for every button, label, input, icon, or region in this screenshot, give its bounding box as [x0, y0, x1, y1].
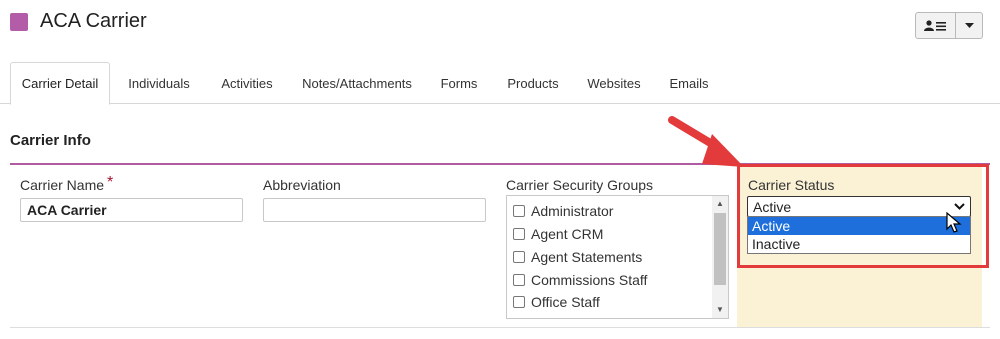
abbreviation-label: Abbreviation — [263, 177, 341, 193]
carrier-name-input[interactable]: ACA Carrier — [20, 198, 243, 222]
tab-notes-attachments[interactable]: Notes/Attachments — [294, 62, 420, 104]
list-item-label: Administrator — [531, 203, 614, 219]
security-group-agent-crm[interactable]: Agent CRM — [513, 226, 603, 242]
tab-bar: Carrier Detail Individuals Activities No… — [0, 62, 1000, 105]
security-group-commissions-staff[interactable]: Commissions Staff — [513, 272, 647, 288]
caret-down-icon — [964, 22, 974, 28]
tab-activities[interactable]: Activities — [212, 62, 282, 104]
checkbox[interactable] — [513, 228, 525, 240]
security-groups-label: Carrier Security Groups — [506, 177, 654, 193]
security-groups-listbox[interactable]: Administrator Agent CRM Agent Statements… — [506, 195, 729, 319]
tab-forms[interactable]: Forms — [434, 62, 484, 104]
scrollbar-thumb[interactable] — [714, 213, 726, 285]
carrier-name-label: Carrier Name * — [20, 174, 114, 195]
security-group-agent-statements[interactable]: Agent Statements — [513, 249, 642, 265]
list-item-label: Commissions Staff — [531, 272, 648, 288]
checkbox[interactable] — [513, 296, 525, 308]
tab-emails[interactable]: Emails — [662, 62, 716, 104]
list-item-label: Agent CRM — [531, 226, 604, 242]
checkbox[interactable] — [513, 205, 525, 217]
security-group-office-staff[interactable]: Office Staff — [513, 294, 600, 310]
contact-menu-button-group[interactable] — [915, 12, 983, 39]
tab-individuals[interactable]: Individuals — [118, 62, 200, 104]
tab-carrier-detail[interactable]: Carrier Detail — [10, 62, 110, 105]
scroll-up-arrow-icon[interactable]: ▲ — [712, 197, 728, 211]
page-header: ACA Carrier — [0, 0, 1000, 50]
listbox-scrollbar[interactable]: ▲ ▼ — [712, 196, 728, 318]
abbreviation-input[interactable] — [263, 198, 486, 222]
checkbox[interactable] — [513, 274, 525, 286]
red-arrow-icon — [668, 116, 744, 167]
page-title: ACA Carrier — [40, 10, 147, 32]
mouse-cursor-icon — [946, 212, 962, 233]
required-marker: * — [107, 174, 114, 191]
checkbox[interactable] — [513, 251, 525, 263]
section-bottom-divider — [10, 327, 990, 328]
tab-websites[interactable]: Websites — [582, 62, 646, 104]
list-item-label: Agent Statements — [531, 249, 643, 265]
tab-products[interactable]: Products — [500, 62, 566, 104]
contact-menu-caret-button[interactable] — [956, 13, 982, 38]
security-group-administrator[interactable]: Administrator — [513, 203, 613, 219]
carrier-name-label-text: Carrier Name — [20, 177, 105, 193]
carrier-color-swatch — [10, 13, 28, 31]
list-item-label: Office Staff — [531, 294, 600, 310]
contact-list-icon — [923, 19, 946, 31]
section-title: Carrier Info — [10, 132, 91, 149]
contact-menu-button[interactable] — [916, 13, 956, 38]
scroll-down-arrow-icon[interactable]: ▼ — [712, 303, 728, 317]
